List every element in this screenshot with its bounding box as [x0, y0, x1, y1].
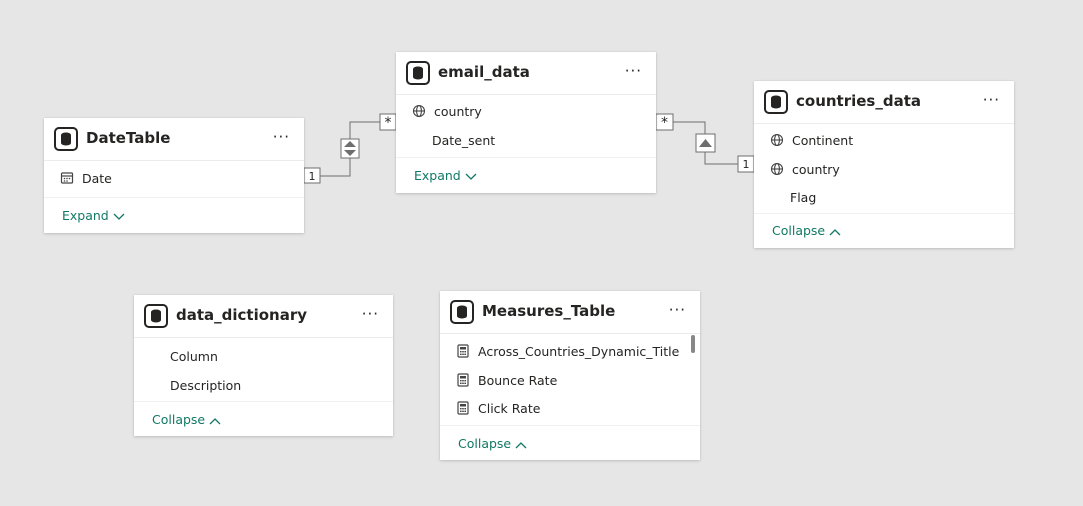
chevron-up-icon	[209, 417, 221, 424]
table-icon	[54, 127, 78, 151]
field-description[interactable]: Description	[170, 375, 241, 395]
cardinality-one-marker: 1	[737, 155, 755, 173]
divider	[754, 213, 1014, 214]
more-options-button[interactable]: ···	[625, 62, 642, 80]
table-card-measures-table[interactable]: Measures_Table ··· Across_Countries_Dyna…	[440, 291, 700, 460]
more-options-button[interactable]: ···	[983, 91, 1000, 109]
field-click-rate[interactable]: Click Rate	[456, 398, 540, 418]
relationship-datetable-email[interactable]: 1 *	[303, 113, 397, 184]
cross-filter-both-icon	[340, 138, 360, 159]
field-bounce-rate[interactable]: Bounce Rate	[456, 370, 557, 390]
relationship-email-countries[interactable]: * 1	[655, 113, 755, 173]
field-continent[interactable]: Continent	[770, 130, 853, 150]
expand-button[interactable]: Expand	[62, 208, 125, 223]
collapse-button[interactable]: Collapse	[458, 436, 527, 451]
cross-filter-single-icon	[695, 133, 716, 153]
field-label: Column	[170, 348, 218, 364]
cardinality-many-marker: *	[655, 113, 674, 131]
table-icon	[144, 304, 168, 328]
field-label: Click Rate	[478, 400, 541, 416]
cardinality-many-marker: *	[379, 113, 397, 131]
field-label: Continent	[792, 132, 854, 148]
chevron-down-icon	[113, 213, 125, 220]
field-country[interactable]: country	[412, 101, 482, 121]
globe-icon	[770, 162, 784, 176]
table-icon	[406, 61, 430, 85]
table-title: email_data	[438, 63, 530, 81]
field-column[interactable]: Column	[170, 346, 218, 366]
field-across-countries-dynamic-title[interactable]: Across_Countries_Dynamic_Title	[456, 341, 679, 361]
more-options-button[interactable]: ···	[273, 128, 290, 146]
collapse-button[interactable]: Collapse	[152, 412, 221, 427]
more-options-button[interactable]: ···	[362, 305, 379, 323]
table-card-header[interactable]: data_dictionary ···	[134, 295, 393, 338]
field-date[interactable]: Date	[60, 168, 112, 188]
chevron-down-icon	[465, 173, 477, 180]
table-card-email-data[interactable]: email_data ··· country Date_sent Expand	[396, 52, 656, 193]
toggle-label: Collapse	[772, 223, 826, 238]
field-label: Description	[170, 377, 242, 393]
chevron-up-icon	[515, 441, 527, 448]
table-card-header[interactable]: countries_data ···	[754, 81, 1014, 124]
cardinality-many-label: *	[385, 115, 392, 131]
table-card-countries-data[interactable]: countries_data ··· Continent country Fla…	[754, 81, 1014, 248]
expand-button[interactable]: Expand	[414, 168, 477, 183]
field-flag[interactable]: Flag	[790, 187, 816, 207]
toggle-label: Expand	[414, 168, 461, 183]
divider	[396, 157, 656, 158]
field-label: Bounce Rate	[478, 372, 558, 388]
field-date-sent[interactable]: Date_sent	[432, 130, 495, 150]
table-icon	[450, 300, 474, 324]
calculator-icon	[456, 373, 470, 387]
scrollbar-thumb[interactable]	[691, 335, 695, 353]
table-card-data-dictionary[interactable]: data_dictionary ··· Column Description C…	[134, 295, 393, 436]
toggle-label: Collapse	[458, 436, 512, 451]
field-label: country	[434, 103, 482, 119]
field-label: Across_Countries_Dynamic_Title	[478, 343, 680, 359]
calendar-icon	[60, 171, 74, 185]
field-country[interactable]: country	[770, 159, 840, 179]
toggle-label: Expand	[62, 208, 109, 223]
field-label: country	[792, 161, 840, 177]
cardinality-many-label: *	[661, 115, 668, 131]
table-card-header[interactable]: email_data ···	[396, 52, 656, 95]
divider	[134, 401, 393, 402]
table-icon	[764, 90, 788, 114]
divider	[440, 425, 700, 426]
table-title: DateTable	[86, 129, 171, 147]
cardinality-one-marker: 1	[303, 167, 321, 184]
globe-icon	[770, 133, 784, 147]
field-label: Date	[82, 170, 112, 186]
cardinality-one-label: 1	[309, 170, 316, 183]
chevron-up-icon	[829, 228, 841, 235]
collapse-button[interactable]: Collapse	[772, 223, 841, 238]
field-label: Date_sent	[432, 132, 496, 148]
divider	[44, 197, 304, 198]
table-card-datetable[interactable]: DateTable ··· Date Expand	[44, 118, 304, 233]
more-options-button[interactable]: ···	[669, 301, 686, 319]
calculator-icon	[456, 344, 470, 358]
table-title: data_dictionary	[176, 306, 308, 324]
globe-icon	[412, 104, 426, 118]
table-card-header[interactable]: Measures_Table ···	[440, 291, 700, 334]
table-title: countries_data	[796, 92, 922, 110]
field-label: Flag	[790, 189, 817, 205]
table-card-header[interactable]: DateTable ···	[44, 118, 304, 161]
toggle-label: Collapse	[152, 412, 206, 427]
calculator-icon	[456, 401, 470, 415]
cardinality-one-label: 1	[743, 158, 750, 171]
table-title: Measures_Table	[482, 302, 616, 320]
